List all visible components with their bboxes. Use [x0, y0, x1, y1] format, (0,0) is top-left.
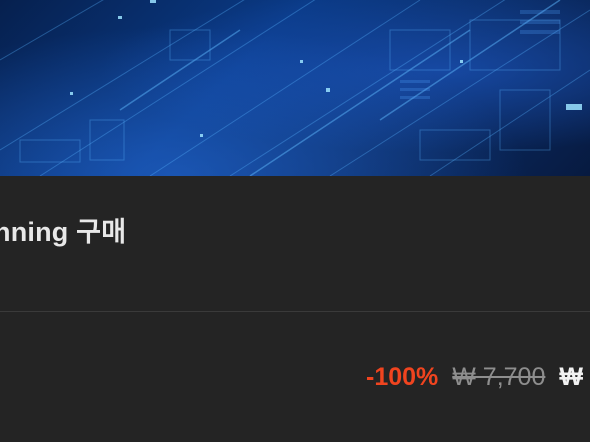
- discount-badge: -100%: [366, 362, 439, 391]
- game-banner-image: [0, 0, 590, 176]
- product-title: nning 구매: [0, 217, 127, 247]
- circuit-pattern: [0, 0, 590, 176]
- original-price: ₩ 7,700: [452, 362, 546, 391]
- price-row: -100% ₩ 7,700 ₩: [366, 360, 583, 394]
- final-price: ₩: [559, 362, 583, 391]
- divider: [0, 311, 590, 312]
